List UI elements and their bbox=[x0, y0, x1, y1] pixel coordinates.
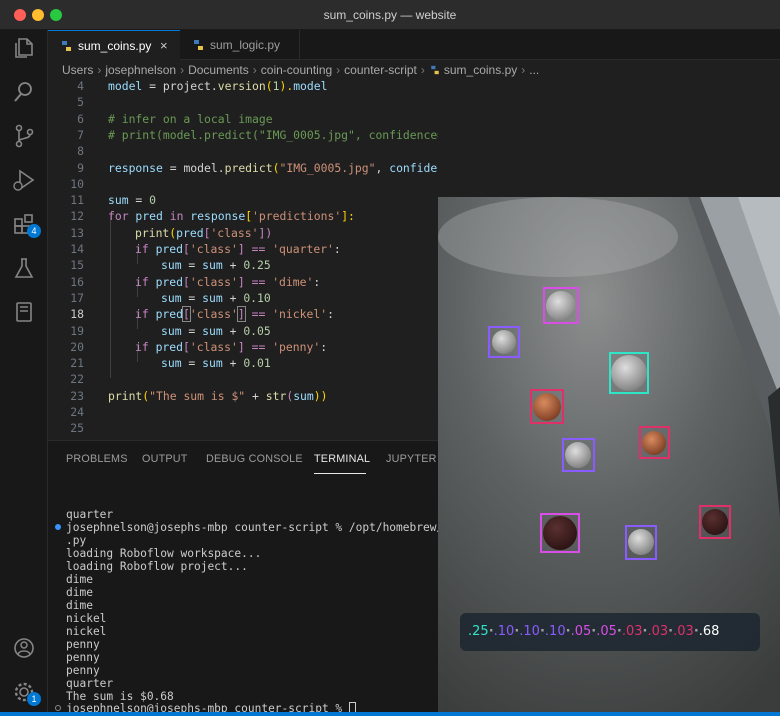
code-line: 12 for pred in response['predictions']: bbox=[70, 209, 355, 224]
tab-jupyter[interactable]: JUPYTER bbox=[386, 453, 437, 465]
terminal-line: dime bbox=[66, 599, 93, 612]
breadcrumb-item[interactable]: Users bbox=[62, 63, 93, 77]
terminal-line: loading Roboflow project... bbox=[66, 560, 248, 573]
coin-penny bbox=[642, 431, 666, 455]
breadcrumb-item[interactable]: ... bbox=[529, 63, 539, 77]
python-file-icon bbox=[62, 41, 71, 51]
remote-explorer-icon[interactable] bbox=[10, 298, 38, 326]
breadcrumb-item[interactable]: josephnelson bbox=[105, 63, 176, 77]
breadcrumb-item[interactable]: Documents bbox=[188, 63, 249, 77]
bottom-panel: PROBLEMS OUTPUT DEBUG CONSOLE TERMINAL J… bbox=[48, 440, 457, 716]
tab-output[interactable]: OUTPUT bbox=[142, 453, 188, 465]
code-line: 21 sum = sum + 0.01 bbox=[70, 356, 271, 371]
terminal-line: quarter bbox=[66, 677, 114, 690]
terminal-line: penny bbox=[66, 664, 100, 677]
code-line: 5 bbox=[77, 95, 84, 110]
source-control-icon[interactable] bbox=[10, 122, 38, 150]
code-line: 13 print(pred['class']) bbox=[70, 225, 273, 240]
tab-label: sum_coins.py bbox=[78, 39, 152, 53]
coin-value: .10 bbox=[493, 624, 515, 639]
python-file-icon bbox=[194, 40, 203, 50]
coin-quarter bbox=[546, 291, 576, 321]
code-line: 25 bbox=[70, 421, 84, 436]
code-line: 14 if pred['class'] == 'quarter': bbox=[70, 242, 341, 256]
terminal-line: nickel bbox=[66, 612, 107, 625]
prompt-dot bbox=[55, 705, 61, 711]
code-line: 15 sum = sum + 0.25 bbox=[70, 258, 271, 273]
testing-flask-icon[interactable] bbox=[10, 254, 38, 282]
terminal-line: .py bbox=[66, 534, 87, 547]
code-line: 4 model = project.version(1).model bbox=[77, 80, 328, 93]
code-line: 17 sum = sum + 0.10 bbox=[70, 290, 271, 305]
title-bar: sum_coins.py — website bbox=[0, 0, 780, 30]
code-line: 8 bbox=[77, 144, 84, 159]
breadcrumb-item[interactable]: coin-counting bbox=[261, 63, 332, 77]
coin-sum-overlay: .25·.10·.10·.10·.05·.05·.03·.03·.03·.68 bbox=[460, 613, 760, 651]
terminal-line: penny bbox=[66, 651, 100, 664]
coin-value: .03 bbox=[673, 624, 694, 639]
terminal-line: nickel bbox=[66, 625, 107, 638]
run-debug-icon[interactable] bbox=[10, 166, 38, 194]
coin-value: .05 bbox=[596, 624, 617, 639]
coin-value: .05 bbox=[570, 624, 592, 639]
settings-badge: 1 bbox=[27, 692, 41, 706]
coin-total: .68 bbox=[698, 624, 720, 639]
code-line: 10 bbox=[70, 176, 84, 191]
coin-penny bbox=[702, 509, 728, 535]
coin-value: .03 bbox=[621, 624, 643, 639]
code-line: 7 # print(model.predict("IMG_0005.jpg", c… bbox=[77, 127, 438, 142]
terminal-line: quarter bbox=[66, 508, 114, 521]
tab-problems[interactable]: PROBLEMS bbox=[66, 453, 128, 465]
code-line: 24 bbox=[70, 405, 84, 419]
coin-detection-video: .25·.10·.10·.10·.05·.05·.03·.03·.03·.68 bbox=[438, 197, 780, 716]
code-line-current: 18 if pred['class'] == 'nickel': bbox=[70, 306, 334, 323]
coin-penny bbox=[533, 393, 561, 421]
terminal-line: loading Roboflow workspace... bbox=[66, 547, 262, 560]
tab-sum-logic[interactable]: sum_logic.py bbox=[180, 30, 300, 60]
coin-value: .25 bbox=[468, 624, 489, 639]
close-tab-icon[interactable]: × bbox=[160, 38, 168, 53]
breadcrumb-item[interactable]: counter-script bbox=[344, 63, 417, 77]
coin-dime bbox=[565, 442, 591, 468]
code-line: 11 sum = 0 bbox=[70, 193, 157, 208]
window-title: sum_coins.py — website bbox=[323, 8, 457, 22]
terminal-line: dime bbox=[66, 573, 93, 586]
tab-sum-coins[interactable]: sum_coins.py × bbox=[48, 30, 180, 60]
command-success-dot bbox=[55, 524, 61, 530]
terminal-line: josephnelson@josephs-mbp counter-script … bbox=[66, 521, 457, 534]
code-line: 16 if pred['class'] == 'dime': bbox=[70, 274, 321, 289]
active-tab-indicator bbox=[314, 473, 366, 474]
code-line: 19 sum = sum + 0.05 bbox=[70, 323, 271, 338]
terminal-line: penny bbox=[66, 638, 100, 651]
coin-dime bbox=[492, 330, 516, 354]
code-line: 20 if pred['class'] == 'penny': bbox=[70, 339, 328, 354]
code-editor[interactable]: 4 model = project.version(1).model 5 6 # i… bbox=[48, 80, 438, 440]
tab-debug-console[interactable]: DEBUG CONSOLE bbox=[206, 453, 303, 465]
coin-nickel bbox=[611, 355, 647, 391]
code-line: 9 response = model.predict("IMG_0005.jpg"… bbox=[77, 160, 438, 175]
activity-bar: 4 1 bbox=[0, 30, 48, 716]
tab-terminal[interactable]: TERMINAL bbox=[314, 453, 370, 465]
breadcrumb-item[interactable]: sum_coins.py bbox=[444, 63, 517, 77]
breadcrumb: Users › josephnelson › Documents › coin-counti… bbox=[62, 63, 540, 77]
search-icon[interactable] bbox=[10, 78, 38, 106]
python-file-icon bbox=[431, 65, 439, 75]
code-line: 23 print("The sum is $" + str(sum)) bbox=[70, 388, 328, 403]
coin-value: .10 bbox=[544, 624, 566, 639]
editor-tabs: sum_coins.py × sum_logic.py bbox=[48, 30, 780, 60]
coin-quarter bbox=[543, 516, 577, 550]
coin-value: .03 bbox=[647, 624, 669, 639]
coin-dime bbox=[628, 529, 654, 555]
tab-label: sum_logic.py bbox=[210, 38, 281, 52]
terminal-line: dime bbox=[66, 586, 93, 599]
code-line: 22 bbox=[70, 372, 84, 387]
explorer-icon[interactable] bbox=[10, 34, 38, 62]
coin-value: .10 bbox=[519, 624, 540, 639]
account-icon[interactable] bbox=[10, 634, 38, 662]
status-bar bbox=[0, 712, 780, 716]
extensions-badge: 4 bbox=[27, 224, 41, 238]
code-line: 6 # infer on a local image bbox=[77, 111, 273, 126]
